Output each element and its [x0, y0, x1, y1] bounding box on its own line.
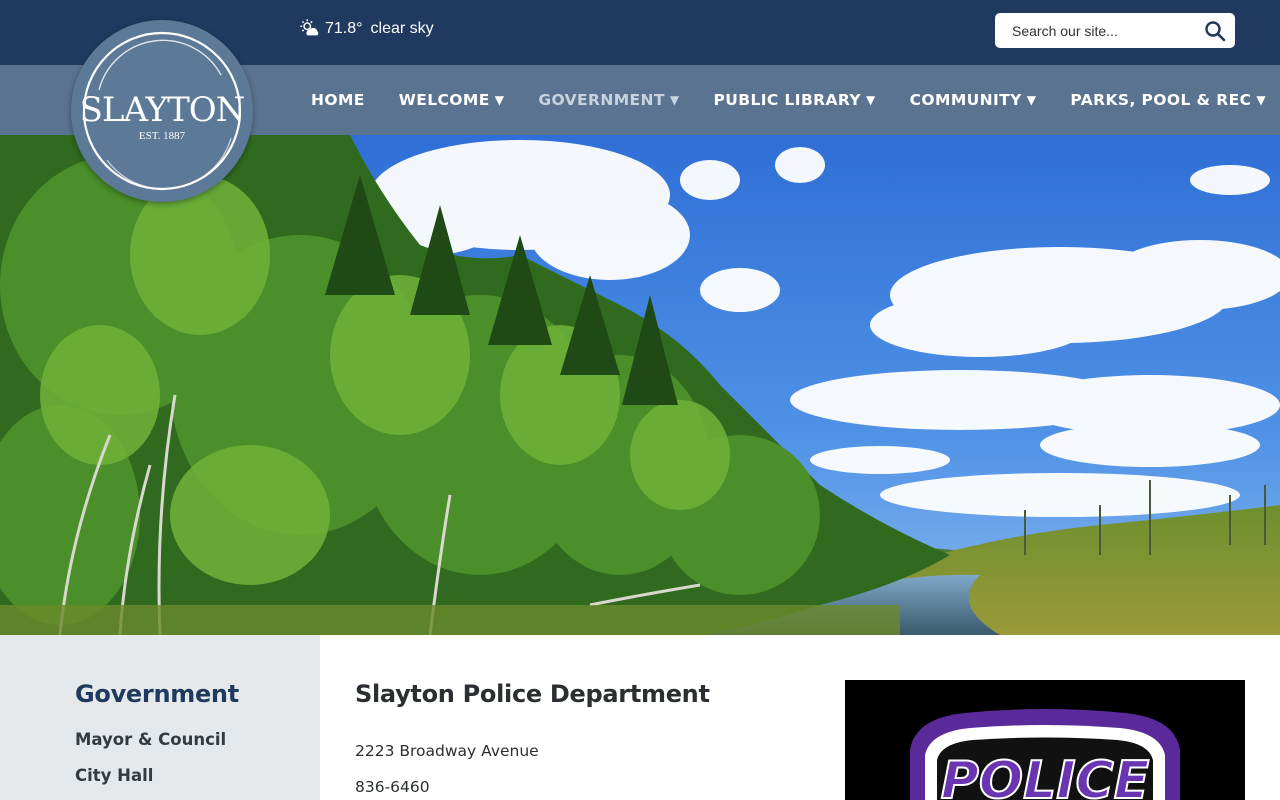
nav-item-label: GOVERNMENT — [538, 91, 665, 109]
site-search — [995, 13, 1235, 48]
sidebar: Government Mayor & Council City Hall — [0, 635, 320, 800]
badge-text: POLICE — [941, 751, 1149, 800]
sidebar-link-mayor-council[interactable]: Mayor & Council — [75, 730, 226, 749]
hero-landscape-image — [0, 135, 1280, 635]
police-badge-image: POLICE — [845, 680, 1245, 800]
nav-item-welcome[interactable]: WELCOME ▼ — [399, 91, 505, 109]
caret-down-icon: ▼ — [669, 93, 680, 107]
department-address: 2223 Broadway Avenue — [355, 742, 539, 760]
nav-item-label: PUBLIC LIBRARY — [713, 91, 862, 109]
weather-temperature: 71.8° — [325, 20, 363, 37]
nav-item-label: PARKS, POOL & REC — [1070, 91, 1252, 109]
sidebar-link-city-hall[interactable]: City Hall — [75, 766, 153, 785]
page-title: Slayton Police Department — [355, 680, 710, 708]
caret-down-icon: ▼ — [866, 93, 876, 107]
search-input[interactable] — [995, 13, 1195, 48]
search-button[interactable] — [1203, 19, 1227, 43]
logo-established: EST. 1887 — [138, 130, 186, 142]
nav-item-public-library[interactable]: PUBLIC LIBRARY ▼ — [714, 91, 876, 109]
sidebar-heading: Government — [75, 680, 239, 708]
nav-item-label: COMMUNITY — [909, 91, 1022, 109]
nav-item-label: WELCOME — [398, 91, 490, 109]
sun-cloud-icon — [300, 19, 319, 36]
nav-item-home[interactable]: HOME — [311, 91, 365, 109]
nav-item-label: HOME — [311, 91, 365, 109]
main-navigation: HOME WELCOME ▼ GOVERNMENT ▼ PUBLIC LIBRA… — [311, 65, 1266, 135]
caret-down-icon: ▼ — [494, 93, 505, 107]
nav-item-community[interactable]: COMMUNITY ▼ — [910, 91, 1037, 109]
caret-down-icon: ▼ — [1256, 93, 1266, 107]
weather-description: clear sky — [370, 20, 434, 37]
department-phone: 836-6460 — [355, 778, 430, 796]
city-logo[interactable]: SLAYTON EST. 1887 — [71, 20, 253, 202]
weather-widget: 71.8° clear sky — [299, 18, 434, 40]
nav-item-parks-pool-rec[interactable]: PARKS, POOL & REC ▼ — [1070, 91, 1266, 109]
search-icon — [1205, 21, 1226, 42]
caret-down-icon: ▼ — [1026, 93, 1037, 107]
nav-item-government[interactable]: GOVERNMENT ▼ — [538, 91, 679, 109]
logo-wordmark: SLAYTON — [79, 90, 246, 130]
